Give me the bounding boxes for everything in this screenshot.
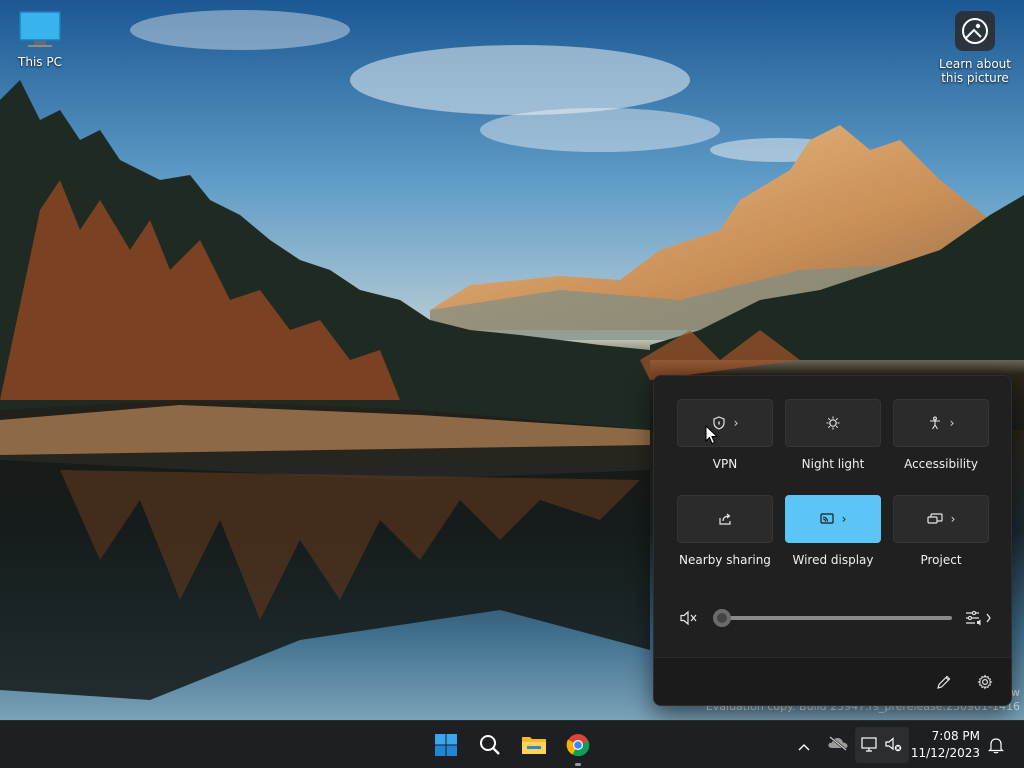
mouse-cursor-icon	[705, 424, 719, 449]
settings-gear-icon[interactable]	[977, 674, 993, 694]
tile-nearby-sharing[interactable]	[677, 495, 773, 543]
network-disconnected-icon	[861, 737, 879, 757]
tile-wired-display[interactable]: ›	[785, 495, 881, 543]
desktop-icon-this-pc[interactable]: This PC	[0, 10, 80, 69]
running-indicator	[575, 763, 581, 766]
notification-bell-icon[interactable]	[988, 736, 1004, 758]
desktop-icon-label-line1: Learn about	[939, 57, 1011, 71]
onedrive-offline-icon[interactable]	[827, 735, 849, 755]
clock-date[interactable]: 11/12/2023	[910, 746, 980, 760]
volume-slider-track[interactable]	[722, 616, 952, 620]
tile-night-light[interactable]	[785, 399, 881, 447]
tile-project[interactable]: ›	[893, 495, 989, 543]
file-explorer-button[interactable]	[514, 725, 554, 765]
brightness-icon	[826, 416, 840, 430]
tile-label-accessibility: Accessibility	[904, 457, 978, 471]
audio-output-settings-icon[interactable]	[965, 609, 993, 631]
search-icon	[480, 735, 500, 755]
tile-label-vpn: VPN	[712, 457, 738, 471]
quick-settings-tray-button[interactable]	[855, 727, 909, 763]
search-button[interactable]	[470, 725, 510, 765]
monitor-icon	[0, 10, 80, 53]
taskbar: 7:08 PM 11/12/2023	[0, 720, 1024, 768]
start-button[interactable]	[426, 725, 466, 765]
tile-label-nearby-sharing: Nearby sharing	[679, 553, 771, 567]
chevron-right-icon[interactable]: ›	[842, 513, 847, 525]
cast-icon	[819, 513, 834, 524]
speaker-muted-icon	[885, 737, 903, 757]
chevron-right-icon[interactable]: ›	[950, 417, 955, 429]
desktop-icon-learn-about-picture[interactable]: Learn about this picture	[935, 10, 1015, 85]
chevron-right-icon[interactable]: ›	[734, 417, 739, 429]
share-icon	[719, 513, 731, 525]
clock-time[interactable]: 7:08 PM	[920, 729, 980, 743]
quick-settings-footer	[654, 657, 1011, 705]
learn-about-icon	[935, 10, 1015, 55]
tile-vpn[interactable]: ›	[677, 399, 773, 447]
volume-slider-thumb[interactable]	[713, 609, 731, 627]
tile-accessibility[interactable]: ›	[893, 399, 989, 447]
chrome-button[interactable]	[558, 725, 598, 766]
file-explorer-icon	[522, 737, 546, 754]
edit-quick-settings-icon[interactable]	[936, 674, 952, 694]
watermark-fragment: w	[1011, 686, 1020, 699]
project-icon	[926, 513, 943, 524]
tile-label-night-light: Night light	[801, 457, 865, 471]
desktop-icon-label-line2: this picture	[941, 71, 1009, 85]
chrome-icon	[566, 734, 590, 757]
show-hidden-icons-chevron-icon[interactable]	[797, 737, 811, 756]
tile-label-wired-display: Wired display	[792, 553, 874, 567]
start-icon	[435, 734, 457, 756]
accessibility-icon	[929, 416, 940, 430]
volume-muted-icon[interactable]	[680, 610, 698, 630]
desktop-icon-label: This PC	[18, 55, 62, 69]
tile-label-project: Project	[920, 553, 962, 567]
chevron-right-icon[interactable]: ›	[951, 513, 956, 525]
